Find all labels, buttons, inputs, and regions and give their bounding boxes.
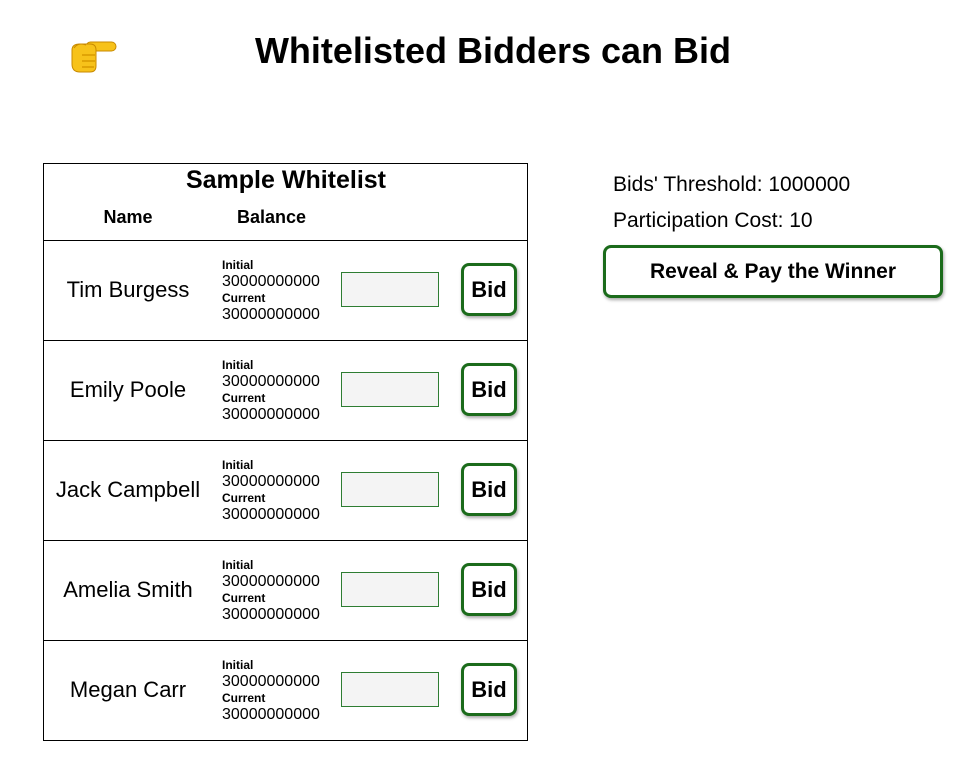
bid-amount-input[interactable] <box>341 372 439 407</box>
initial-label: Initial <box>222 358 254 372</box>
current-balance: 30000000000 <box>222 306 320 323</box>
current-balance: 30000000000 <box>222 606 320 623</box>
initial-balance: 30000000000 <box>222 573 320 590</box>
whitelist-title: Sample Whitelist <box>185 166 387 194</box>
bid-amount-input[interactable] <box>341 472 439 507</box>
bidder-name: Amelia Smith <box>63 577 193 602</box>
bid-amount-input[interactable] <box>341 672 439 707</box>
initial-balance: 30000000000 <box>222 673 320 690</box>
bids-threshold: Bids' Threshold: 1000000 <box>613 173 851 196</box>
current-label: Current <box>222 591 266 605</box>
bidder-name: Megan Carr <box>69 677 187 702</box>
bidder-name: Jack Campbell <box>55 477 201 502</box>
column-header-balance: Balance <box>236 207 307 227</box>
initial-label: Initial <box>222 458 254 472</box>
bidder-balance: Initial 30000000000 Current 30000000000 <box>222 559 320 625</box>
bid-button[interactable]: Bid <box>461 463 517 516</box>
current-balance: 30000000000 <box>222 406 320 423</box>
initial-label: Initial <box>222 658 254 672</box>
bidder-balance: Initial 30000000000 Current 30000000000 <box>222 259 320 325</box>
reveal-pay-winner-button[interactable]: Reveal & Pay the Winner <box>603 245 943 298</box>
whitelist-table: Sample Whitelist Name Balance Tim Burges… <box>43 163 528 741</box>
initial-label: Initial <box>222 558 254 572</box>
column-header-name: Name <box>103 207 153 227</box>
bidder-name: Tim Burgess <box>66 277 190 302</box>
whitelist-header: Sample Whitelist Name Balance <box>44 164 527 241</box>
bidder-row: Megan Carr Initial 30000000000 Current 3… <box>44 641 527 740</box>
initial-balance: 30000000000 <box>222 373 320 390</box>
bidder-row: Tim Burgess Initial 30000000000 Current … <box>44 241 527 341</box>
initial-balance: 30000000000 <box>222 273 320 290</box>
current-label: Current <box>222 391 266 405</box>
bid-amount-input[interactable] <box>341 572 439 607</box>
current-label: Current <box>222 291 266 305</box>
bidder-name: Emily Poole <box>69 377 187 402</box>
initial-balance: 30000000000 <box>222 473 320 490</box>
bid-button[interactable]: Bid <box>461 363 517 416</box>
bid-button[interactable]: Bid <box>461 663 517 716</box>
participation-cost: Participation Cost: 10 <box>613 209 813 232</box>
bidder-row: Jack Campbell Initial 30000000000 Curren… <box>44 441 527 541</box>
bid-button[interactable]: Bid <box>461 263 517 316</box>
current-label: Current <box>222 491 266 505</box>
bidder-balance: Initial 30000000000 Current 30000000000 <box>222 459 320 525</box>
current-balance: 30000000000 <box>222 506 320 523</box>
bid-button[interactable]: Bid <box>461 563 517 616</box>
bid-amount-input[interactable] <box>341 272 439 307</box>
current-balance: 30000000000 <box>222 706 320 723</box>
initial-label: Initial <box>222 258 254 272</box>
current-label: Current <box>222 691 266 705</box>
page-title: Whitelisted Bidders can Bid <box>254 30 732 71</box>
bidder-balance: Initial 30000000000 Current 30000000000 <box>222 359 320 425</box>
bidder-row: Emily Poole Initial 30000000000 Current … <box>44 341 527 441</box>
bidder-balance: Initial 30000000000 Current 30000000000 <box>222 659 320 725</box>
bidder-row: Amelia Smith Initial 30000000000 Current… <box>44 541 527 641</box>
